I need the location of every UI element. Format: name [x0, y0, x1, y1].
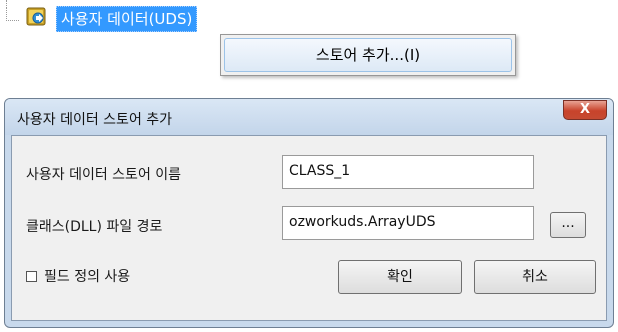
field-definition-label: 필드 정의 사용: [44, 269, 131, 285]
context-menu: 스토어 추가...(I): [220, 34, 516, 76]
tree-item-user-data[interactable]: 사용자 데이터(UDS): [56, 6, 198, 32]
field-definition-checkbox[interactable]: [26, 271, 37, 282]
cancel-button[interactable]: 취소: [474, 260, 596, 294]
ok-button[interactable]: 확인: [338, 260, 462, 294]
tree-connector: [6, 8, 19, 21]
close-button[interactable]: X: [563, 100, 607, 120]
class-path-label: 클래스(DLL) 파일 경로: [26, 219, 163, 235]
store-name-field[interactable]: CLASS_1: [282, 155, 534, 189]
dialog-title: 사용자 데이터 스토어 추가: [17, 112, 173, 128]
add-user-data-store-dialog: 사용자 데이터 스토어 추가 X 사용자 데이터 스토어 이름 CLASS_1 …: [4, 98, 614, 328]
data-store-icon[interactable]: [24, 4, 50, 30]
dialog-titlebar[interactable]: 사용자 데이터 스토어 추가 X: [5, 99, 613, 135]
menu-item-add-store[interactable]: 스토어 추가...(I): [224, 38, 512, 72]
store-name-label: 사용자 데이터 스토어 이름: [26, 167, 182, 183]
dialog-body: 사용자 데이터 스토어 이름 CLASS_1 클래스(DLL) 파일 경로 oz…: [11, 135, 607, 321]
tree-connector-line: [6, 0, 7, 8]
class-path-field[interactable]: ozworkuds.ArrayUDS: [282, 206, 534, 240]
browse-button[interactable]: ...: [550, 212, 586, 238]
